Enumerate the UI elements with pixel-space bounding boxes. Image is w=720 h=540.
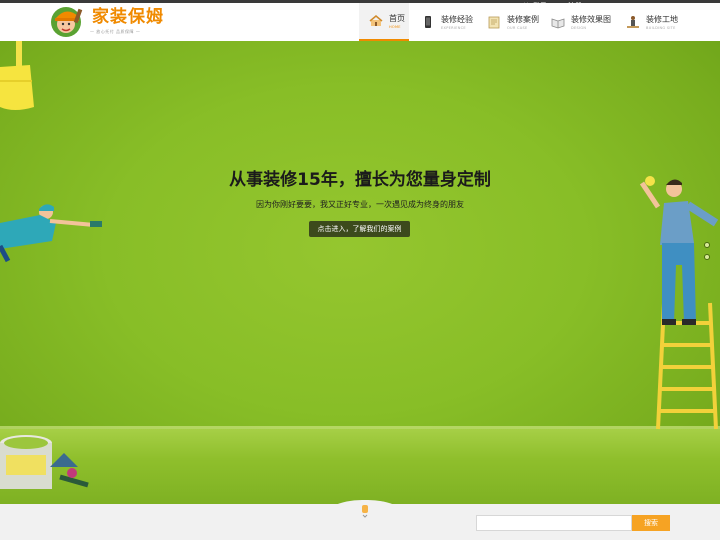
logo-subtitle: — 放心托付 品质保障 — — [90, 29, 141, 34]
nav-sites-sub: BUILDING SITE — [646, 25, 676, 30]
slide-dot-1[interactable] — [704, 242, 710, 248]
case-icon — [488, 16, 500, 29]
nav-experience[interactable]: 装修经验 EXPERIENCE — [411, 3, 477, 41]
painter-ladder-illustration — [639, 176, 719, 430]
hero-subtitle: 因为你刚好要要，我又正好专业，一次遇见成为终身的朋友 — [256, 200, 464, 209]
nav-experience-sub: EXPERIENCE — [441, 25, 466, 30]
hero-title: 从事装修15年，擅长为您量身定制 — [229, 170, 491, 190]
nav-cases-label: 装修案例 — [507, 14, 539, 24]
nav-cases-sub: OUR CASE — [507, 25, 528, 30]
scroll-down-icon[interactable] — [360, 504, 370, 518]
nav-experience-label: 装修经验 — [441, 14, 473, 24]
slide-dot-2[interactable] — [704, 254, 710, 260]
paint-buckets-illustration — [0, 435, 89, 489]
nav-design[interactable]: 装修效果图 DESIGN — [541, 3, 615, 41]
nav-cases[interactable]: 装修案例 OUR CASE — [477, 3, 541, 41]
home-icon — [369, 15, 383, 26]
search-button[interactable]: 搜索 — [632, 515, 670, 531]
site-logo[interactable]: 家装保姆 — 放心托付 品质保障 — — [48, 3, 168, 39]
worker-icon — [627, 16, 639, 28]
floor — [0, 429, 720, 504]
search-input[interactable] — [476, 515, 632, 531]
nav-design-label: 装修效果图 — [571, 14, 611, 24]
nav-home-sub: HOME — [389, 24, 401, 29]
hero-banner: 从事装修15年，擅长为您量身定制 因为你刚好要要，我又正好专业，一次遇见成为终身… — [0, 41, 720, 504]
book-icon — [551, 18, 565, 29]
painter-left-illustration — [0, 204, 102, 263]
painter-mascot-icon — [51, 7, 83, 37]
logo-title: 家装保姆 — [92, 7, 164, 27]
phone-icon — [425, 16, 431, 28]
nav-design-sub: DESIGN — [571, 25, 587, 30]
nav-sites[interactable]: 装修工地 BUILDING SITE — [616, 3, 686, 41]
nav-sites-label: 装修工地 — [646, 14, 678, 24]
nav-home[interactable]: 首页 HOME — [359, 3, 409, 41]
nav-home-label: 首页 — [389, 13, 405, 23]
paint-roller-illustration — [0, 41, 34, 110]
view-cases-button[interactable]: 点击进入，了解我们的案例 — [309, 221, 410, 237]
